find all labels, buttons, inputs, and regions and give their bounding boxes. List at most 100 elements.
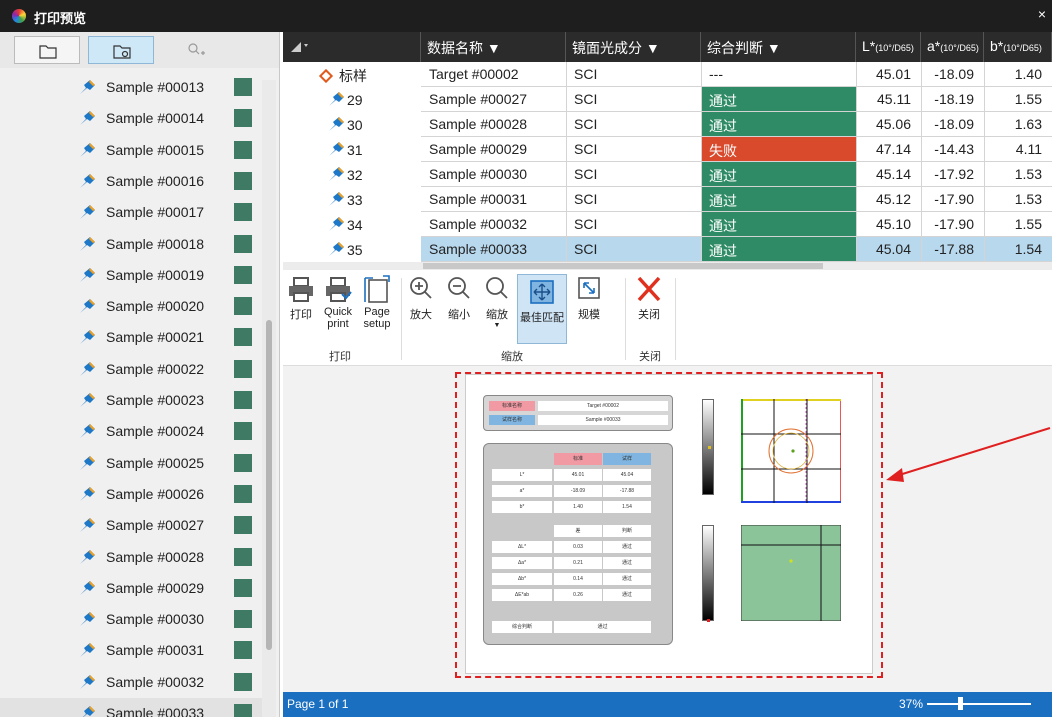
sidebar-item-sample[interactable]: Sample #00030 [0,604,262,635]
sidebar-item-sample[interactable]: Sample #00024 [0,416,262,447]
pin-icon [80,580,95,595]
header-b[interactable]: b*(10°/D65) [984,32,1052,62]
header-specular[interactable]: 镜面光成分 ▼ [566,32,701,62]
row-id-cell: 30 [313,112,421,137]
quick-print-button[interactable]: Quick print [320,274,356,330]
table-scroll-thumb[interactable] [423,263,823,269]
ab-chart-top [741,399,841,503]
header-judgement[interactable]: 综合判断 ▼ [701,32,856,62]
sidebar-item-sample[interactable]: Sample #00014 [0,103,262,134]
sidebar-item-sample[interactable]: Sample #00016 [0,166,262,197]
best-fit-button[interactable]: 最佳匹配 [517,274,567,344]
table-row[interactable]: 33 Sample #00031 SCI 通过 45.12 -17.90 1.53 [283,187,1052,212]
zoom-dropdown-button[interactable]: 缩放 ▼ [482,274,512,329]
printer-icon [289,277,313,302]
sidebar-item-label: Sample #00026 [106,485,205,502]
print-preview-window: 打印预览 × Sample #00013 Sample #00014 Sample … [0,0,1052,717]
cell-b: 1.53 [1014,166,1042,182]
cell-L: 45.01 [875,66,911,82]
quick-print-label-2: print [327,318,349,330]
table-row[interactable]: 32 Sample #00030 SCI 通过 45.14 -17.92 1.53 [283,162,1052,187]
pin-icon [80,236,95,251]
sidebar-item-sample[interactable]: Sample #00029 [0,573,262,604]
sidebar-item-sample[interactable]: Sample #00025 [0,448,262,479]
sidebar-item-sample[interactable]: Sample #00021 [0,322,262,353]
corner-triangle-icon [291,42,308,52]
zoom-out-button[interactable]: 缩小 [445,274,473,322]
dropdown-arrow-icon: ▼ [493,322,501,329]
best-fit-icon [530,280,554,304]
sidebar-item-sample[interactable]: Sample #00018 [0,229,262,260]
annotation-arrow-icon [886,427,1051,482]
cell-L: 47.14 [875,141,911,157]
sidebar-item-sample[interactable]: Sample #00032 [0,667,262,698]
sidebar-scrollbar[interactable] [262,80,276,717]
header-L-label: L* [862,38,876,54]
header-L[interactable]: L*(10°/D65) [856,32,921,62]
sidebar-item-label: Sample #00031 [106,642,205,659]
cell-L: 45.10 [875,216,911,232]
folder-tab[interactable] [14,36,80,64]
window-close-button[interactable]: × [1038,6,1046,22]
sidebar-item-sample[interactable]: Sample #00015 [0,135,262,166]
pin-icon [80,612,95,627]
sample-sidebar: Sample #00013 Sample #00014 Sample #00015 S… [0,32,280,717]
color-swatch [234,265,252,284]
target-value: Target #00002 [538,401,668,411]
row-id: 32 [347,167,363,183]
sidebar-item-label: Sample #00033 [106,705,205,717]
preview-diff-value: 0.14 [554,573,602,585]
col-target-header: 标准 [554,453,602,465]
preview-diff-value: 0.26 [554,589,602,601]
group-print-label: 打印 [329,351,351,363]
group-zoom-label: 缩放 [501,351,523,363]
print-button[interactable]: 打印 [286,274,316,322]
header-a-label: a* [927,38,941,54]
sidebar-item-sample[interactable]: Sample #00022 [0,354,262,385]
page-setup-button[interactable]: Page setup [359,274,395,330]
sidebar-item-sample[interactable]: Sample #00027 [0,510,262,541]
zoom-slider-thumb[interactable] [958,697,963,710]
sidebar-item-sample[interactable]: Sample #00017 [0,197,262,228]
sidebar-item-sample[interactable]: Sample #00019 [0,260,262,291]
sidebar-scroll-thumb[interactable] [266,320,272,650]
cell-L: 45.04 [856,237,921,262]
folder-icon [39,45,57,59]
cell-b: 1.55 [1014,216,1042,232]
zoom-slider-track[interactable] [927,703,1031,705]
close-preview-button[interactable]: 关闭 [635,274,663,322]
pin-icon [80,424,95,439]
sidebar-item-sample[interactable]: Sample #00023 [0,385,262,416]
pin-icon [80,299,95,314]
preview-canvas[interactable]: 标准名称 试样名称 Target #00002 Sample #00033 标准… [283,366,1052,692]
group-separator [625,278,626,360]
cell-judge: 通过 [701,87,856,112]
table-row[interactable]: 29 Sample #00027 SCI 通过 45.11 -18.19 1.55 [283,87,1052,112]
table-row[interactable]: 31 Sample #00029 SCI 失败 47.14 -14.43 4.11 [283,137,1052,162]
search-folder-tab[interactable] [88,36,154,64]
cell-b: 1.63 [1014,116,1042,132]
table-horizontal-scrollbar[interactable] [283,262,1052,270]
scale-button[interactable]: 规模 [575,274,603,322]
header-data-name[interactable]: 数据名称 ▼ [421,32,566,62]
sidebar-item-sample[interactable]: Sample #00020 [0,291,262,322]
sidebar-item-sample[interactable]: Sample #00033 [0,698,262,717]
table-row[interactable]: 30 Sample #00028 SCI 通过 45.06 -18.09 1.63 [283,112,1052,137]
sidebar-item-label: Sample #00014 [106,110,205,127]
table-row[interactable]: 35 Sample #00033 SCI 通过 45.04 -17.88 1.54 [283,237,1052,262]
preview-page: 标准名称 试样名称 Target #00002 Sample #00033 标准… [465,374,873,674]
target-diamond-icon [318,68,334,84]
sidebar-item-label: Sample #00022 [106,360,205,377]
sidebar-item-sample[interactable]: Sample #00031 [0,635,262,666]
table-row[interactable]: 34 Sample #00032 SCI 通过 45.10 -17.90 1.55 [283,212,1052,237]
color-swatch [234,516,252,535]
sidebar-item-sample[interactable]: Sample #00026 [0,479,262,510]
sidebar-item-sample[interactable]: Sample #00028 [0,542,262,573]
table-row[interactable]: 标样 Target #00002 SCI --- 45.01 -18.09 1.40 [283,62,1052,87]
zoom-in-button[interactable]: 放大 [407,274,435,322]
search-add-tab[interactable] [162,36,228,64]
sidebar-item-sample[interactable]: Sample #00013 [0,72,262,103]
header-a[interactable]: a*(10°/D65) [921,32,984,62]
header-corner[interactable] [283,32,421,62]
column-divider [856,62,857,262]
